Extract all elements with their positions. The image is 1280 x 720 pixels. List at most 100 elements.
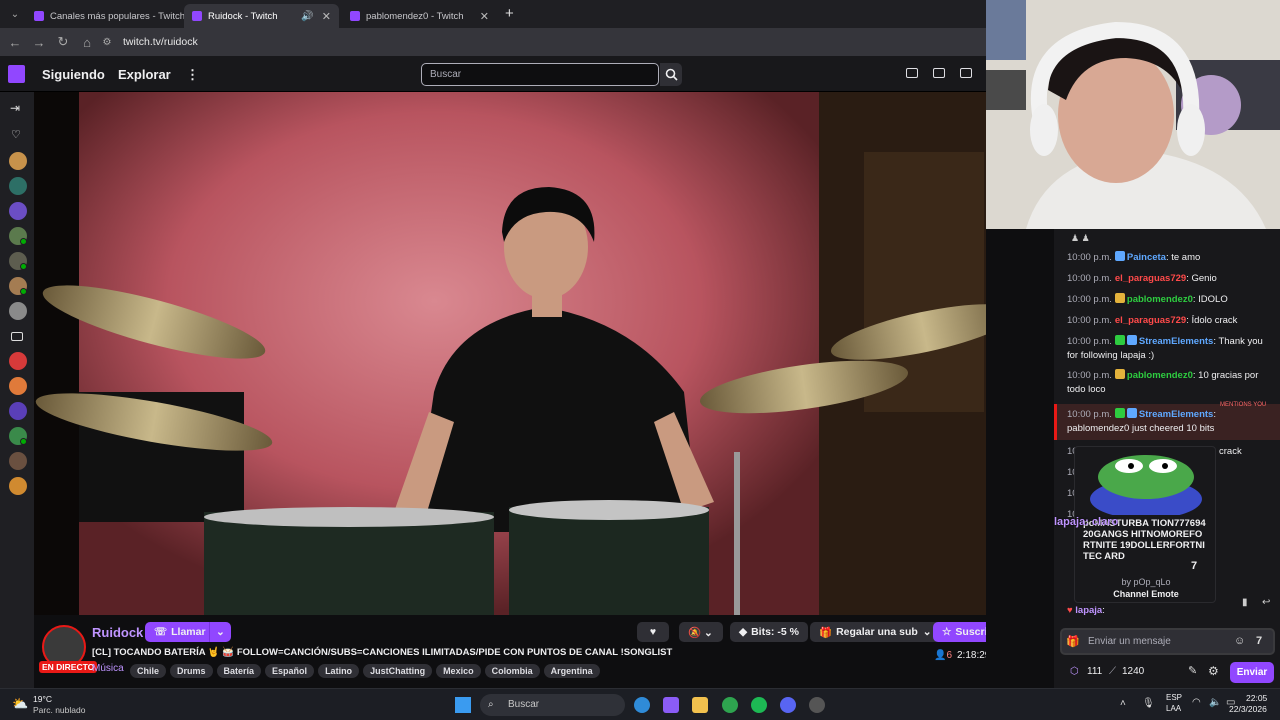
- twitch-logo-icon[interactable]: [8, 65, 25, 83]
- chat-text: : te amo: [1165, 252, 1201, 263]
- timestamp: 10:00 p.m.: [1067, 273, 1112, 284]
- follow-heart-icon[interactable]: ♥: [637, 622, 669, 642]
- clock-date[interactable]: 22/3/2026: [1229, 704, 1267, 714]
- tray-chevron-icon[interactable]: ˄: [1120, 698, 1126, 709]
- tag[interactable]: Colombia: [484, 664, 540, 678]
- chat-username[interactable]: pablomendez0: [1127, 294, 1193, 305]
- tag[interactable]: Chile: [130, 664, 167, 678]
- channel-avatar[interactable]: [9, 177, 27, 195]
- channel-avatar[interactable]: [9, 302, 27, 320]
- weather-icon[interactable]: ⛅: [12, 696, 28, 712]
- live-dot: [20, 288, 27, 295]
- volume-icon[interactable]: 🔈: [1209, 697, 1221, 708]
- language-code[interactable]: ESP: [1166, 693, 1182, 702]
- chat-username[interactable]: lapaja: [1075, 605, 1102, 616]
- chat-username[interactable]: StreamElements: [1139, 336, 1213, 347]
- channel-avatar[interactable]: [9, 477, 27, 495]
- gift-chat-icon[interactable]: 🎁: [1066, 635, 1080, 648]
- prime-crown-icon[interactable]: [906, 68, 918, 78]
- home-icon[interactable]: ⌂: [75, 30, 99, 54]
- tag[interactable]: Mexico: [436, 664, 481, 678]
- url-text[interactable]: twitch.tv/ruidock: [123, 36, 198, 48]
- mic-icon[interactable]: 🎙: [1142, 698, 1155, 709]
- tab-pablomendez[interactable]: pablomendez0 - Twitch ✕: [342, 4, 497, 28]
- nav-following[interactable]: Siguiendo: [42, 67, 105, 82]
- tag[interactable]: Drums: [170, 664, 213, 678]
- bits-button[interactable]: ◆ Bits: -5 %: [730, 622, 808, 642]
- wifi-icon[interactable]: ◠: [1192, 697, 1201, 708]
- speaker-icon[interactable]: 🔊: [301, 11, 313, 22]
- chat-username[interactable]: StreamElements: [1139, 409, 1213, 420]
- pen-icon[interactable]: ✎: [1188, 664, 1197, 677]
- keyboard-layout[interactable]: LAA: [1166, 704, 1181, 713]
- category-link[interactable]: Música: [92, 663, 124, 674]
- new-tab-button[interactable]: +: [505, 5, 514, 22]
- channel-avatar[interactable]: [9, 202, 27, 220]
- reply-icon[interactable]: ↩: [1262, 597, 1270, 608]
- nav-browse[interactable]: Explorar: [118, 67, 171, 82]
- timestamp: 10:00 p.m.: [1067, 252, 1112, 263]
- expand-rail-icon[interactable]: ⇥: [10, 101, 20, 115]
- channel-name[interactable]: Ruidock: [92, 625, 143, 640]
- reload-icon[interactable]: ↻: [51, 30, 75, 54]
- whispers-icon[interactable]: [960, 68, 972, 78]
- more-menu-icon[interactable]: ⋮: [186, 67, 199, 83]
- tag[interactable]: Latino: [318, 664, 360, 678]
- tags-list: Chile Drums Batería Español Latino JustChatti…: [130, 661, 604, 679]
- sub-badge-icon: [1114, 251, 1125, 261]
- chat-message: 10:00 p.m. el_paraguas729: Genio: [1067, 272, 1272, 286]
- inbox-icon[interactable]: [933, 68, 945, 78]
- windows-start-icon[interactable]: [455, 697, 471, 713]
- channel-avatar[interactable]: [9, 402, 27, 420]
- chat-text: : IDOLO: [1192, 294, 1228, 305]
- chat-username[interactable]: el_paraguas729: [1115, 315, 1186, 326]
- call-button[interactable]: ☏ Llamar: [145, 622, 214, 642]
- settings-gear-icon[interactable]: ⚙: [1208, 664, 1219, 678]
- discord-icon[interactable]: [780, 697, 796, 713]
- channel-avatar[interactable]: [9, 152, 27, 170]
- file-explorer-icon[interactable]: [692, 697, 708, 713]
- forward-icon[interactable]: →: [27, 30, 51, 54]
- tag[interactable]: JustChatting: [363, 664, 433, 678]
- chat-username[interactable]: el_paraguas729: [1115, 273, 1186, 284]
- chat-username[interactable]: pablomendez0: [1127, 370, 1193, 381]
- timestamp: 10:00 p.m.: [1067, 294, 1112, 305]
- search-button[interactable]: [660, 63, 682, 86]
- call-dropdown-icon[interactable]: ⌄: [209, 622, 231, 642]
- channel-avatar[interactable]: [9, 352, 27, 370]
- notifications-bell-icon[interactable]: 🔕 ⌄: [679, 622, 723, 642]
- channel-avatar[interactable]: [9, 377, 27, 395]
- twitch-favicon-icon: [34, 11, 44, 21]
- channel-avatar[interactable]: [9, 452, 27, 470]
- search-input[interactable]: Buscar: [421, 63, 659, 86]
- back-icon[interactable]: ←: [3, 30, 27, 54]
- chat-username[interactable]: Painceta: [1127, 252, 1166, 263]
- 7tv-icon[interactable]: 7: [1256, 635, 1262, 647]
- gift-sub-button[interactable]: 🎁 Regalar una sub ⌄: [810, 622, 941, 642]
- video-player[interactable]: [34, 92, 986, 615]
- pause-chat-icon[interactable]: ▮: [1242, 597, 1248, 608]
- spotify-icon[interactable]: [751, 697, 767, 713]
- tag[interactable]: Español: [265, 664, 315, 678]
- channel-points-icon[interactable]: ⬡: [1070, 666, 1079, 677]
- app-icon[interactable]: [809, 697, 825, 713]
- send-button[interactable]: Enviar: [1230, 662, 1274, 683]
- video-camera-icon[interactable]: [11, 332, 23, 341]
- edge-icon[interactable]: [634, 697, 650, 713]
- tag[interactable]: Argentina: [543, 664, 600, 678]
- copilot-icon[interactable]: [663, 697, 679, 713]
- emote-picker-icon[interactable]: ☺: [1234, 635, 1245, 647]
- bot-badge-icon: [1126, 335, 1137, 345]
- tab-ruidock[interactable]: Ruidock - Twitch 🔊 ✕: [184, 4, 339, 28]
- browser-tab-bar: ⌄ Canales más populares - Twitch ✕ Ruido…: [0, 0, 986, 28]
- close-tab-icon[interactable]: ✕: [322, 10, 331, 23]
- tag[interactable]: Batería: [216, 664, 262, 678]
- taskbar-search[interactable]: Buscar: [480, 694, 625, 716]
- chrome-icon[interactable]: [722, 697, 738, 713]
- tab-canales[interactable]: Canales más populares - Twitch ✕: [26, 4, 194, 28]
- site-info-icon[interactable]: ⚙: [99, 30, 115, 54]
- tab-list-chevron-icon[interactable]: ⌄: [3, 2, 27, 26]
- close-tab-icon[interactable]: ✕: [480, 10, 489, 23]
- bits-small-icon: ⟋: [1109, 666, 1116, 677]
- clock-time[interactable]: 22:05: [1246, 693, 1267, 703]
